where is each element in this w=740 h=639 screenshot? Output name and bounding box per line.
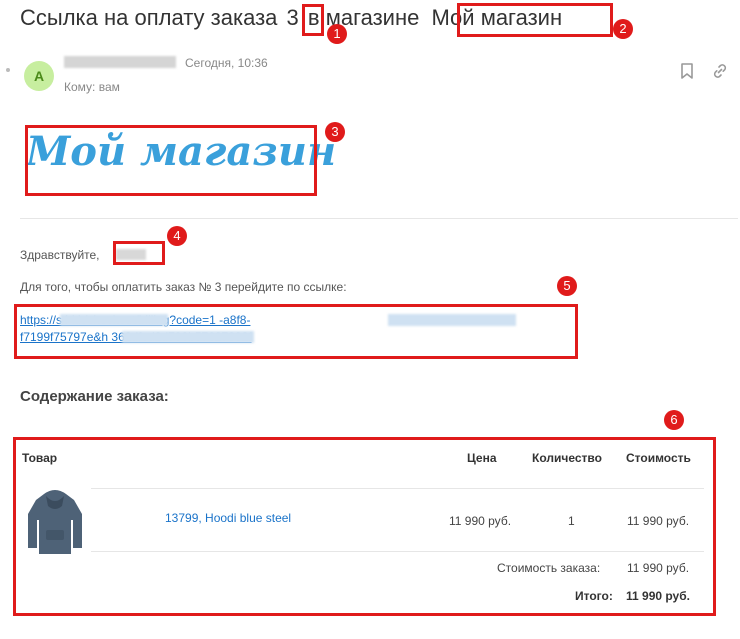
annotation-badge-5: 5 — [557, 276, 577, 296]
recipient-line: Кому: вам — [64, 80, 120, 94]
divider — [20, 218, 738, 219]
order-cost-label: Стоимость заказа: — [497, 561, 601, 575]
email-time: Сегодня, 10:36 — [185, 56, 268, 70]
highlight-box-logo — [25, 125, 317, 196]
column-header-price: Цена — [467, 451, 497, 465]
column-header-product: Товар — [22, 451, 58, 465]
total-value: 11 990 руб. — [626, 589, 690, 603]
link-icon[interactable] — [710, 61, 730, 81]
bookmark-icon[interactable] — [677, 61, 697, 81]
order-cost-value: 11 990 руб. — [627, 561, 690, 575]
product-quantity: 1 — [568, 514, 575, 528]
annotation-badge-2: 2 — [613, 19, 633, 39]
product-thumbnail[interactable] — [24, 488, 86, 556]
column-header-total: Стоимость — [626, 451, 691, 465]
order-contents-title: Содержание заказа: — [20, 388, 169, 405]
highlight-box-order-number — [302, 4, 324, 36]
row-divider-top — [91, 488, 411, 489]
total-label: Итого: — [575, 589, 613, 603]
column-header-quantity: Количество — [532, 451, 602, 465]
annotation-badge-4: 4 — [167, 226, 187, 246]
product-link[interactable]: 13799, Hoodi blue steel — [165, 511, 291, 525]
row-divider-bottom — [91, 551, 704, 552]
sender-name-blurred — [64, 56, 176, 68]
product-price: 11 990 руб. — [449, 514, 512, 528]
subject-text-1: Ссылка на оплату заказа — [20, 5, 278, 30]
email-view: Ссылка на оплату заказа 3 в магазине Мой… — [0, 0, 740, 639]
subject-order-number: 3 — [286, 5, 299, 30]
highlight-box-customer-name — [113, 241, 165, 265]
highlight-box-store-name — [457, 3, 613, 37]
greeting-text: Здравствуйте, — [20, 248, 100, 262]
row-divider-top-right — [411, 488, 704, 489]
subject-text-2: в магазине — [307, 5, 420, 30]
annotation-badge-6: 6 — [664, 410, 684, 430]
annotation-badge-1: 1 — [327, 24, 347, 44]
product-total: 11 990 руб. — [627, 514, 690, 528]
avatar[interactable]: A — [24, 61, 54, 91]
payment-instruction: Для того, чтобы оплатить заказ № 3 перей… — [20, 280, 347, 294]
highlight-box-payment-link — [14, 304, 578, 359]
unread-dot — [6, 68, 10, 72]
annotation-badge-3: 3 — [325, 122, 345, 142]
